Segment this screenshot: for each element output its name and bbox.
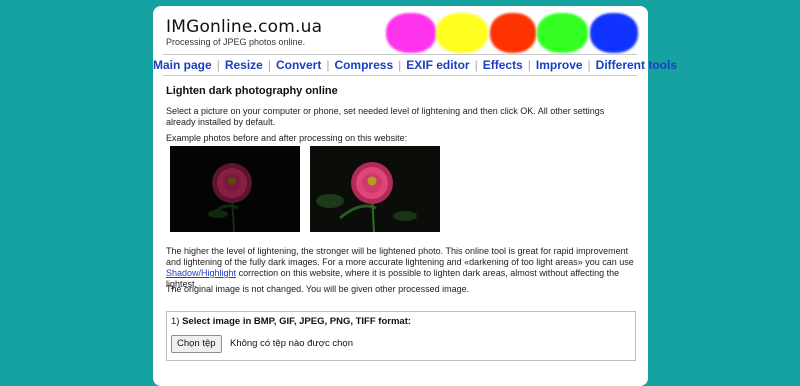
original-note: The original image is not changed. You w… xyxy=(166,284,470,294)
step-title: Select image in BMP, GIF, JPEG, PNG, TIF… xyxy=(182,316,412,327)
red-blob xyxy=(490,13,536,53)
blue-blob xyxy=(590,13,638,53)
intro-text: Select a picture on your computer or pho… xyxy=(166,106,605,127)
flower-dark-image xyxy=(170,146,300,232)
upload-form: 1) Select image in BMP, GIF, JPEG, PNG, … xyxy=(166,311,636,361)
nav-separator: | xyxy=(326,58,330,72)
nav-bottom-rule xyxy=(163,75,637,76)
magenta-blob xyxy=(386,13,436,53)
nav-exif-editor[interactable]: EXIF editor xyxy=(406,58,469,72)
example-photo-before xyxy=(170,146,300,232)
yellow-blob xyxy=(436,13,488,53)
nav-improve[interactable]: Improve xyxy=(536,58,583,72)
choose-file-button[interactable]: Chọn tệp xyxy=(171,335,222,353)
green-blob xyxy=(537,13,588,53)
nav-separator: | xyxy=(398,58,402,72)
color-blobs-logo xyxy=(386,13,638,57)
nav-resize[interactable]: Resize xyxy=(225,58,263,72)
description-part-1: The higher the level of lightening, the … xyxy=(166,246,634,267)
shadow-highlight-link[interactable]: Shadow/Highlight xyxy=(166,268,236,278)
nav-top-rule xyxy=(163,54,637,55)
page-container: IMGonline.com.ua Processing of JPEG phot… xyxy=(153,6,677,386)
nav-compress[interactable]: Compress xyxy=(334,58,393,72)
nav-separator: | xyxy=(474,58,478,72)
nav-different-tools[interactable]: Different tools xyxy=(596,58,677,72)
page-heading: Lighten dark photography online xyxy=(166,85,338,97)
upload-step-label: 1) Select image in BMP, GIF, JPEG, PNG, … xyxy=(171,316,411,327)
nav-separator: | xyxy=(267,58,271,72)
site-title[interactable]: IMGonline.com.ua xyxy=(166,17,322,37)
nav-convert[interactable]: Convert xyxy=(276,58,321,72)
example-photo-after xyxy=(310,146,440,232)
nav-main-page[interactable]: Main page xyxy=(153,58,212,72)
examples-caption: Example photos before and after processi… xyxy=(166,133,408,143)
nav-separator: | xyxy=(587,58,591,72)
main-nav: Main page | Resize | Convert | Compress | EXIF e… xyxy=(153,58,677,72)
site-subtitle: Processing of JPEG photos online. xyxy=(166,37,306,47)
step-number: 1) xyxy=(171,316,180,327)
nav-separator: | xyxy=(527,58,531,72)
nav-separator: | xyxy=(216,58,220,72)
nav-effects[interactable]: Effects xyxy=(483,58,523,72)
flower-lightened-image xyxy=(310,146,440,232)
file-status-text: Không có tệp nào được chọn xyxy=(230,338,353,349)
